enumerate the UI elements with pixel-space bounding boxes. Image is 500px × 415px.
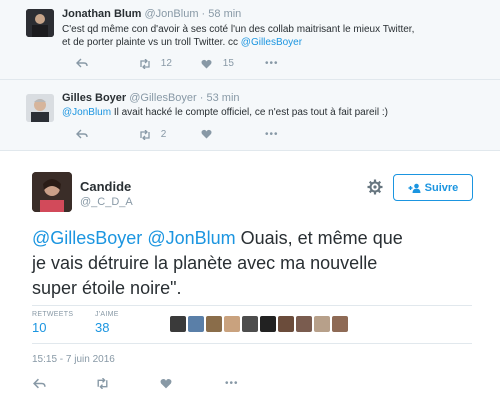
- divider: [32, 343, 472, 344]
- liker-avatar[interactable]: [206, 316, 222, 332]
- separator-dot: ·: [199, 92, 204, 104]
- liker-avatar[interactable]: [314, 316, 330, 332]
- tweet-actions: 2 •••: [0, 129, 500, 143]
- liker-avatar[interactable]: [170, 316, 186, 332]
- author-name[interactable]: Candide: [80, 179, 131, 194]
- tweet-text-line: C'est qd même con d'avoir à ses coté l'u…: [62, 24, 415, 35]
- tweet-conversation: Jonathan Blum @JonBlum · 58 min C'est qd…: [0, 0, 500, 415]
- follow-button[interactable]: Suivre: [393, 174, 473, 201]
- liker-avatar[interactable]: [260, 316, 276, 332]
- tweet-text-line: super étoile noire".: [32, 278, 182, 298]
- gear-icon[interactable]: [367, 179, 383, 195]
- mention-link[interactable]: @GillesBoyer: [241, 37, 302, 48]
- liker-avatar[interactable]: [224, 316, 240, 332]
- tweet-text: C'est qd même con d'avoir à ses coté l'u…: [62, 23, 472, 49]
- author-name[interactable]: Jonathan Blum: [62, 8, 141, 20]
- liker-avatars: [170, 316, 348, 332]
- mention-link[interactable]: @JonBlum: [147, 228, 235, 248]
- separator-dot: ·: [201, 8, 206, 20]
- avatar[interactable]: [26, 9, 54, 37]
- tweet-text-line: je vais détruire la planète avec ma nouv…: [32, 253, 378, 273]
- liker-avatar[interactable]: [242, 316, 258, 332]
- retweet-icon[interactable]: [95, 378, 110, 389]
- reply-icon[interactable]: [33, 378, 46, 389]
- likes-count[interactable]: 38: [95, 320, 109, 335]
- liker-avatar[interactable]: [332, 316, 348, 332]
- mention-link[interactable]: @GillesBoyer: [32, 228, 142, 248]
- tweet-text: @GillesBoyer @JonBlum Ouais, et même que…: [32, 226, 472, 301]
- author-handle[interactable]: @GillesBoyer: [129, 92, 196, 104]
- reply-icon[interactable]: [76, 58, 88, 68]
- like-icon[interactable]: [160, 378, 172, 389]
- author-name[interactable]: Gilles Boyer: [62, 92, 126, 104]
- retweet-button[interactable]: 2: [138, 129, 166, 140]
- retweet-count: 2: [160, 129, 167, 140]
- follow-button-label: Suivre: [424, 181, 459, 194]
- tweet-header: Jonathan Blum @JonBlum · 58 min: [62, 8, 241, 20]
- tweet-actions: •••: [0, 378, 500, 392]
- avatar[interactable]: [32, 172, 72, 212]
- add-user-icon: [408, 183, 421, 193]
- likes-label: J'AIME: [95, 311, 119, 318]
- tweet-text: @JonBlum Il avait hacké le compte offici…: [62, 106, 472, 119]
- tweet-timestamp[interactable]: 15:15 - 7 juin 2016: [32, 354, 115, 365]
- tweet-time[interactable]: 53 min: [206, 92, 239, 104]
- liker-avatar[interactable]: [278, 316, 294, 332]
- like-count: 15: [222, 58, 234, 69]
- more-icon[interactable]: •••: [225, 378, 239, 389]
- tweet-text-segment: et de porter plainte vs un troll Twitter…: [62, 37, 241, 48]
- author-handle[interactable]: @JonBlum: [145, 8, 199, 20]
- more-icon[interactable]: •••: [265, 129, 279, 140]
- avatar[interactable]: [26, 94, 54, 122]
- retweets-label: RETWEETS: [32, 311, 74, 318]
- divider: [32, 305, 472, 306]
- tweet-text-line: et de porter plainte vs un troll Twitter…: [62, 36, 472, 49]
- tweet-time[interactable]: 58 min: [208, 8, 241, 20]
- retweet-button[interactable]: 12: [138, 58, 172, 69]
- like-icon[interactable]: [201, 129, 212, 139]
- more-icon[interactable]: •••: [265, 58, 279, 69]
- tweet-text-segment: Il avait hacké le compte officiel, ce n'…: [111, 107, 388, 118]
- tweet-actions: 12 15 •••: [0, 58, 500, 72]
- retweets-count[interactable]: 10: [32, 320, 46, 335]
- retweet-count: 12: [160, 58, 172, 69]
- like-button[interactable]: 15: [201, 58, 234, 69]
- liker-avatar[interactable]: [188, 316, 204, 332]
- mention-link[interactable]: @JonBlum: [62, 107, 111, 118]
- author-handle[interactable]: @_C_D_A: [80, 196, 133, 208]
- tweet-text-line: @GillesBoyer @JonBlum Ouais, et même que: [32, 226, 472, 251]
- tweet-header: Gilles Boyer @GillesBoyer · 53 min: [62, 92, 240, 104]
- tweet-text-segment: Ouais, et même que: [235, 228, 403, 248]
- liker-avatar[interactable]: [296, 316, 312, 332]
- reply-icon[interactable]: [76, 129, 88, 139]
